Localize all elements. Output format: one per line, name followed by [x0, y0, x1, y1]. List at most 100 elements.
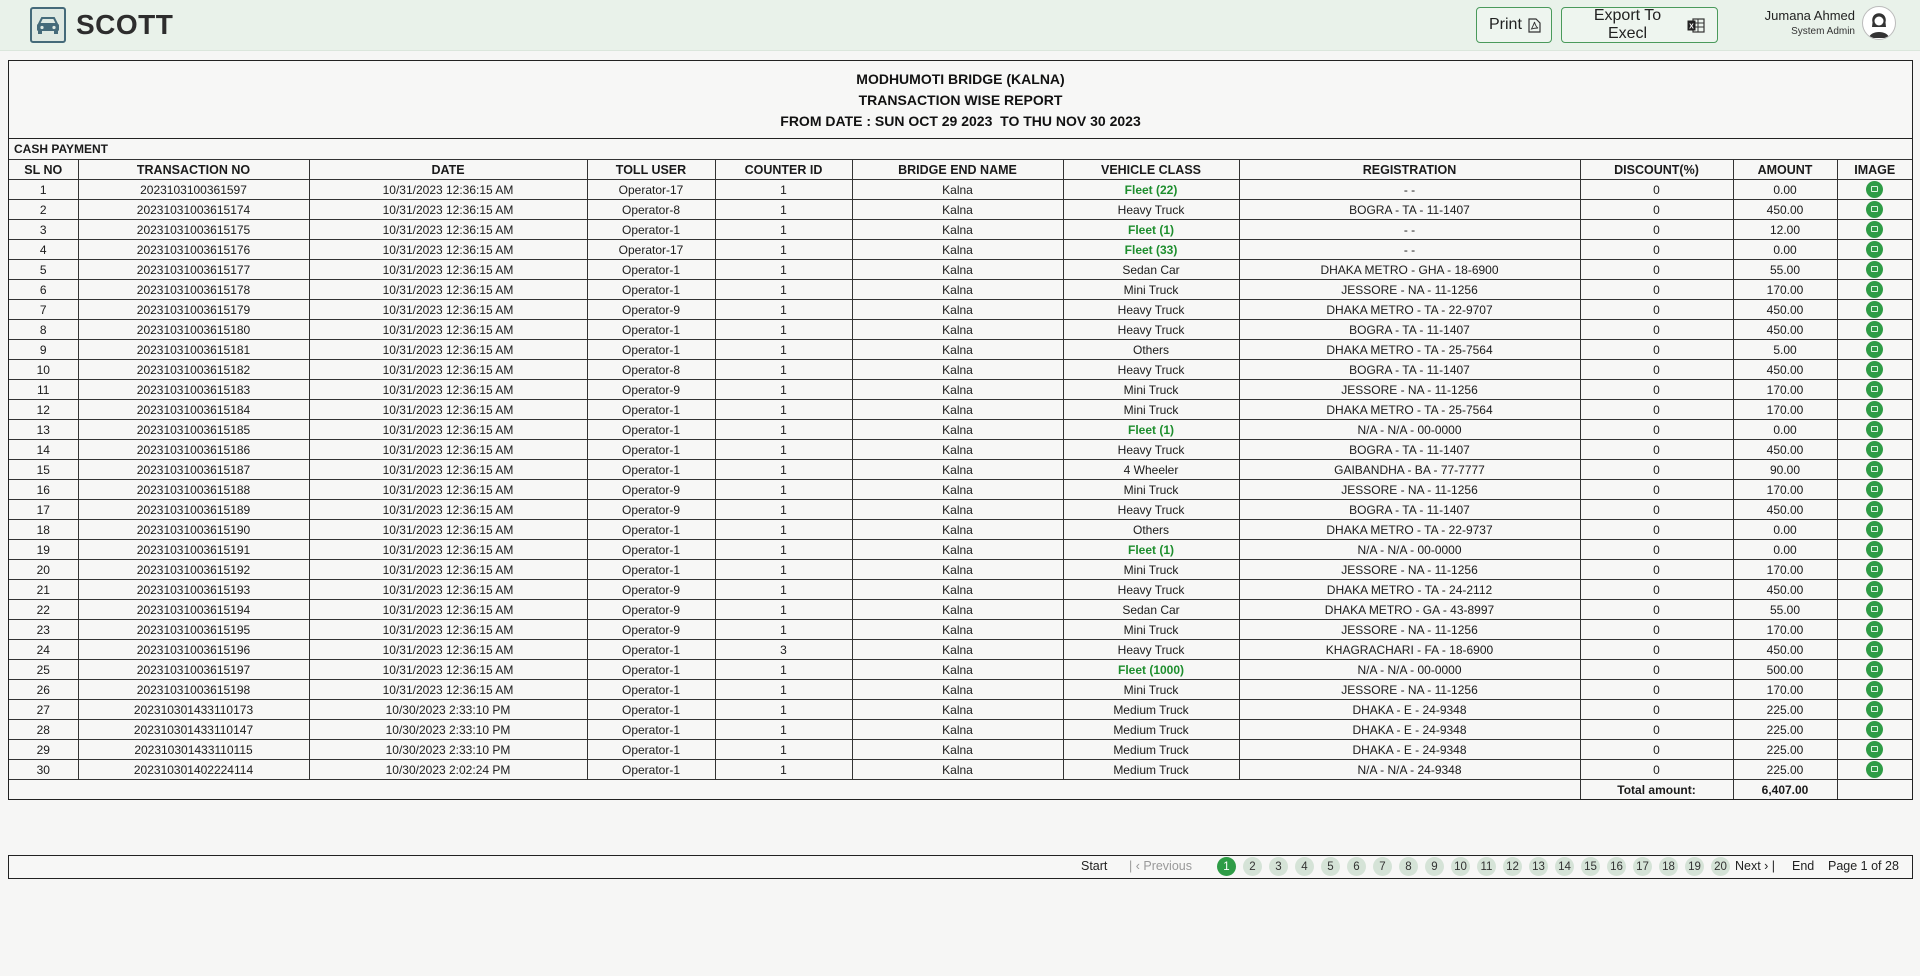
page-number-button[interactable]: 11 [1477, 857, 1496, 876]
table-cell: 450.00 [1732, 439, 1838, 460]
export-excel-button[interactable]: Export To Execl X [1561, 7, 1718, 43]
image-icon[interactable] [1866, 421, 1884, 438]
page-number-button[interactable]: 7 [1373, 857, 1392, 876]
user-name: Jumana Ahmed [1764, 8, 1855, 23]
table-cell: Operator-1 [586, 439, 716, 460]
page-number-button[interactable]: 1 [1217, 857, 1236, 876]
user-avatar-icon[interactable] [1862, 6, 1896, 40]
table-cell: Medium Truck [1062, 739, 1240, 760]
table-cell: Mini Truck [1062, 479, 1240, 500]
table-cell: DHAKA - E - 24-9348 [1238, 739, 1581, 760]
pager-previous[interactable]: | ‹ Previous [1129, 859, 1192, 873]
table-cell: 10 [9, 359, 79, 380]
table-cell: 0 [1579, 459, 1734, 480]
table-cell: 10/31/2023 12:36:15 AM [308, 299, 588, 320]
image-icon[interactable] [1866, 581, 1884, 598]
print-button[interactable]: Print [1476, 7, 1552, 43]
image-icon[interactable] [1866, 701, 1884, 718]
column-header: VEHICLE CLASS [1062, 159, 1240, 180]
image-icon[interactable] [1866, 361, 1884, 378]
page-number-button[interactable]: 10 [1451, 857, 1470, 876]
image-cell [1836, 399, 1912, 420]
table-cell: 6 [9, 279, 79, 300]
image-icon[interactable] [1866, 341, 1884, 358]
image-icon[interactable] [1866, 641, 1884, 658]
page-number-button[interactable]: 5 [1321, 857, 1340, 876]
page-number-button[interactable]: 16 [1607, 857, 1626, 876]
table-cell: 20231031003615176 [77, 239, 310, 260]
table-cell: 10/31/2023 12:36:15 AM [308, 639, 588, 660]
pager-end[interactable]: End [1792, 859, 1814, 873]
image-icon[interactable] [1866, 321, 1884, 338]
image-cell [1836, 559, 1912, 580]
table-cell: 20 [9, 559, 79, 580]
image-icon[interactable] [1866, 521, 1884, 538]
table-cell: 0 [1579, 699, 1734, 720]
page-number-button[interactable]: 6 [1347, 857, 1366, 876]
table-cell: 450.00 [1732, 199, 1838, 220]
page-number-button[interactable]: 15 [1581, 857, 1600, 876]
image-icon[interactable] [1866, 721, 1884, 738]
image-icon[interactable] [1866, 681, 1884, 698]
image-icon[interactable] [1866, 541, 1884, 558]
table-cell: Kalna [851, 559, 1064, 580]
image-icon[interactable] [1866, 441, 1884, 458]
page-number-button[interactable]: 8 [1399, 857, 1418, 876]
image-icon[interactable] [1866, 401, 1884, 418]
pager-next[interactable]: Next › | [1735, 859, 1775, 873]
user-info: Jumana Ahmed System Admin [1765, 8, 1855, 37]
page-number-button[interactable]: 13 [1529, 857, 1548, 876]
table-cell: 27 [9, 699, 79, 720]
table-cell: Operator-9 [586, 619, 716, 640]
page-number-button[interactable]: 2 [1243, 857, 1262, 876]
image-icon[interactable] [1866, 221, 1884, 238]
image-icon[interactable] [1866, 381, 1884, 398]
table-cell: 0 [1579, 279, 1734, 300]
image-icon[interactable] [1866, 621, 1884, 638]
image-icon[interactable] [1866, 241, 1884, 258]
table-row: 29 202310301433110115 10/30/2023 2:33:10 P… [9, 739, 1912, 760]
image-icon[interactable] [1866, 561, 1884, 578]
page-number-button[interactable]: 14 [1555, 857, 1574, 876]
page-number-button[interactable]: 12 [1503, 857, 1522, 876]
pager-start[interactable]: Start [1081, 859, 1107, 873]
image-icon[interactable] [1866, 261, 1884, 278]
table-cell: Operator-1 [586, 279, 716, 300]
table-cell: Kalna [851, 599, 1064, 620]
image-icon[interactable] [1866, 601, 1884, 618]
image-cell [1836, 619, 1912, 640]
page-number-button[interactable]: 9 [1425, 857, 1444, 876]
page-number-button[interactable]: 3 [1269, 857, 1288, 876]
table-cell: 450.00 [1732, 319, 1838, 340]
table-cell: 170.00 [1732, 679, 1838, 700]
image-icon[interactable] [1866, 741, 1884, 758]
image-icon[interactable] [1866, 481, 1884, 498]
image-icon[interactable] [1866, 761, 1884, 778]
page-number-button[interactable]: 20 [1711, 857, 1730, 876]
table-cell: Kalna [851, 279, 1064, 300]
image-icon[interactable] [1866, 661, 1884, 678]
table-cell: Mini Truck [1062, 399, 1240, 420]
table-cell: 10/31/2023 12:36:15 AM [308, 219, 588, 240]
page-number-button[interactable]: 19 [1685, 857, 1704, 876]
table-cell: Sedan Car [1062, 259, 1240, 280]
table-cell: 10/31/2023 12:36:15 AM [308, 339, 588, 360]
table-cell: Operator-1 [586, 319, 716, 340]
page-number-button[interactable]: 4 [1295, 857, 1314, 876]
image-icon[interactable] [1866, 281, 1884, 298]
image-icon[interactable] [1866, 301, 1884, 318]
image-icon[interactable] [1866, 201, 1884, 218]
image-icon[interactable] [1866, 181, 1884, 198]
table-row: 18 20231031003615190 10/31/2023 12:36:15 A… [9, 519, 1912, 540]
table-cell: DHAKA METRO - TA - 25-7564 [1238, 399, 1581, 420]
image-icon[interactable] [1866, 461, 1884, 478]
report-panel: MODHUMOTI BRIDGE (KALNA) TRANSACTION WIS… [8, 60, 1913, 800]
table-cell: Operator-1 [586, 339, 716, 360]
image-icon[interactable] [1866, 501, 1884, 518]
table-cell: 202310301433110115 [77, 739, 310, 760]
column-header: TOLL USER [586, 159, 716, 180]
table-cell: JESSORE - NA - 11-1256 [1238, 559, 1581, 580]
page-number-button[interactable]: 17 [1633, 857, 1652, 876]
page-number-button[interactable]: 18 [1659, 857, 1678, 876]
table-row: 4 20231031003615176 10/31/2023 12:36:15 AM… [9, 239, 1912, 260]
